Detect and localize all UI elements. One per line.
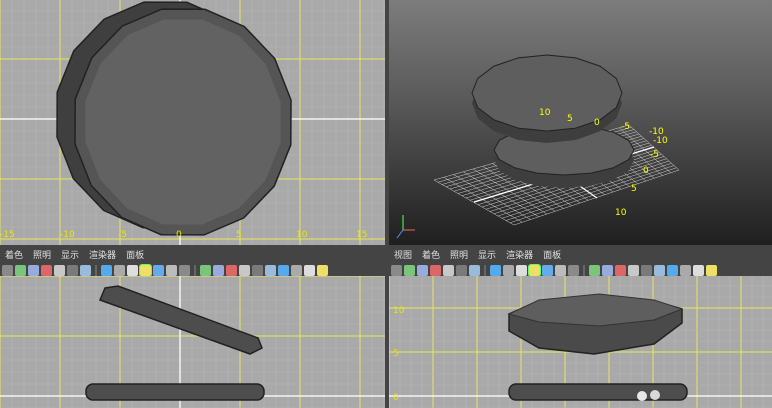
sphere-icon[interactable] xyxy=(654,265,665,276)
tick-label: 10 xyxy=(296,230,308,240)
bookmark-icon[interactable] xyxy=(443,265,454,276)
viewport-bottom-left[interactable] xyxy=(0,276,385,408)
shadows-icon[interactable] xyxy=(153,265,164,276)
sphere-icon[interactable] xyxy=(265,265,276,276)
bounding-box-icon[interactable] xyxy=(213,265,224,276)
wireframe-icon[interactable] xyxy=(490,265,501,276)
smooth-icon[interactable] xyxy=(200,265,211,276)
viewport-bottom-left-canvas[interactable] xyxy=(0,276,385,408)
grid-label: 10 xyxy=(539,108,551,118)
wireframe-icon[interactable] xyxy=(101,265,112,276)
shaded-icon[interactable] xyxy=(114,265,125,276)
grid-toggle-icon[interactable] xyxy=(67,265,78,276)
tick-label: -10 xyxy=(60,230,75,240)
select-icon[interactable] xyxy=(2,265,13,276)
grid-label: 0 xyxy=(594,118,600,128)
bounding-box-icon[interactable] xyxy=(602,265,613,276)
camera-icon[interactable] xyxy=(317,265,328,276)
grid-label: -5 xyxy=(621,122,630,132)
viewport-bottom-right-canvas[interactable] xyxy=(389,276,772,408)
menu-show[interactable]: 显示 xyxy=(56,249,84,263)
headlight-icon[interactable] xyxy=(667,265,678,276)
isolate-icon[interactable] xyxy=(80,265,91,276)
menu-lighting[interactable]: 照明 xyxy=(28,249,56,263)
tick-label: 5 xyxy=(393,349,399,359)
hierarchy-icon[interactable] xyxy=(693,265,704,276)
toolbar-separator xyxy=(95,265,97,276)
manipulator-handle xyxy=(650,390,660,400)
select-icon[interactable] xyxy=(291,265,302,276)
select-icon[interactable] xyxy=(391,265,402,276)
viewport-top-left[interactable]: -15 -10 -5 0 5 10 15 xyxy=(0,0,385,245)
headlight-icon[interactable] xyxy=(278,265,289,276)
menu-lighting[interactable]: 照明 xyxy=(445,249,473,263)
tick-label: -5 xyxy=(118,230,127,240)
lights-icon[interactable] xyxy=(528,264,541,277)
tick-label: 0 xyxy=(393,393,399,403)
tick-label: -15 xyxy=(0,230,15,240)
camera-icon[interactable] xyxy=(417,265,428,276)
ambient-icon[interactable] xyxy=(239,265,250,276)
axis-gizmo-z xyxy=(396,229,404,239)
shaded-icon[interactable] xyxy=(503,265,514,276)
select-icon[interactable] xyxy=(680,265,691,276)
grid-label: 5 xyxy=(631,184,637,194)
tick-label: 0 xyxy=(176,230,182,240)
cube-icon[interactable] xyxy=(179,265,190,276)
grid-label: -10 xyxy=(653,136,668,146)
smooth-icon[interactable] xyxy=(589,265,600,276)
manipulator-handle xyxy=(637,391,647,401)
panel-menubar-right: 视图 着色 照明 显示 渲染器 面板 xyxy=(389,249,772,263)
grid-toggle-icon[interactable] xyxy=(456,265,467,276)
tick-label: 15 xyxy=(356,230,368,240)
hierarchy-icon[interactable] xyxy=(15,265,26,276)
disk-face xyxy=(84,18,282,226)
tick-label: 5 xyxy=(236,230,242,240)
textured-icon[interactable] xyxy=(127,265,138,276)
checker-icon[interactable] xyxy=(615,265,626,276)
camera-icon[interactable] xyxy=(706,265,717,276)
paint-icon[interactable] xyxy=(430,265,441,276)
menu-panels[interactable]: 面板 xyxy=(121,249,149,263)
grid-label: 5 xyxy=(567,114,573,124)
menu-renderer[interactable]: 渲染器 xyxy=(84,249,121,263)
light-bulb-icon[interactable] xyxy=(252,265,263,276)
xray-icon[interactable] xyxy=(166,265,177,276)
panel-menubar-left: 视图 着色 照明 显示 渲染器 面板 xyxy=(0,249,385,263)
menu-shading[interactable]: 着色 xyxy=(417,249,445,263)
paint-icon[interactable] xyxy=(41,265,52,276)
disk-side-view-tilted xyxy=(99,285,263,355)
menu-panels[interactable]: 面板 xyxy=(538,249,566,263)
menu-view[interactable]: 视图 xyxy=(389,249,417,263)
disk-lower xyxy=(508,383,688,401)
tick-label: 10 xyxy=(393,306,405,316)
checker-icon[interactable] xyxy=(226,265,237,276)
menu-show[interactable]: 显示 xyxy=(473,249,501,263)
cube-icon[interactable] xyxy=(568,265,579,276)
camera-icon[interactable] xyxy=(28,265,39,276)
hierarchy-icon[interactable] xyxy=(304,265,315,276)
xray-icon[interactable] xyxy=(555,265,566,276)
ambient-icon[interactable] xyxy=(628,265,639,276)
light-bulb-icon[interactable] xyxy=(641,265,652,276)
grid-label: -5 xyxy=(650,150,659,160)
viewport-top-left-canvas[interactable] xyxy=(0,0,385,245)
grid-label: 10 xyxy=(615,208,627,218)
disk-side-view-flat xyxy=(85,383,265,401)
viewport-bottom-right[interactable]: 10 5 0 xyxy=(389,276,772,408)
textured-icon[interactable] xyxy=(516,265,527,276)
toolbar-separator xyxy=(484,265,486,276)
isolate-icon[interactable] xyxy=(469,265,480,276)
grid-label: 0 xyxy=(643,166,649,176)
lights-icon[interactable] xyxy=(139,264,152,277)
toolbar-separator xyxy=(583,265,585,276)
menu-renderer[interactable]: 渲染器 xyxy=(501,249,538,263)
shadows-icon[interactable] xyxy=(542,265,553,276)
viewport-top-right-canvas[interactable] xyxy=(389,0,772,245)
viewport-top-right[interactable]: 10 5 0 -5 -10 -10 -5 0 5 10 xyxy=(389,0,772,245)
toolbar-separator xyxy=(194,265,196,276)
bookmark-icon[interactable] xyxy=(54,265,65,276)
menu-shading[interactable]: 着色 xyxy=(0,249,28,263)
hierarchy-icon[interactable] xyxy=(404,265,415,276)
